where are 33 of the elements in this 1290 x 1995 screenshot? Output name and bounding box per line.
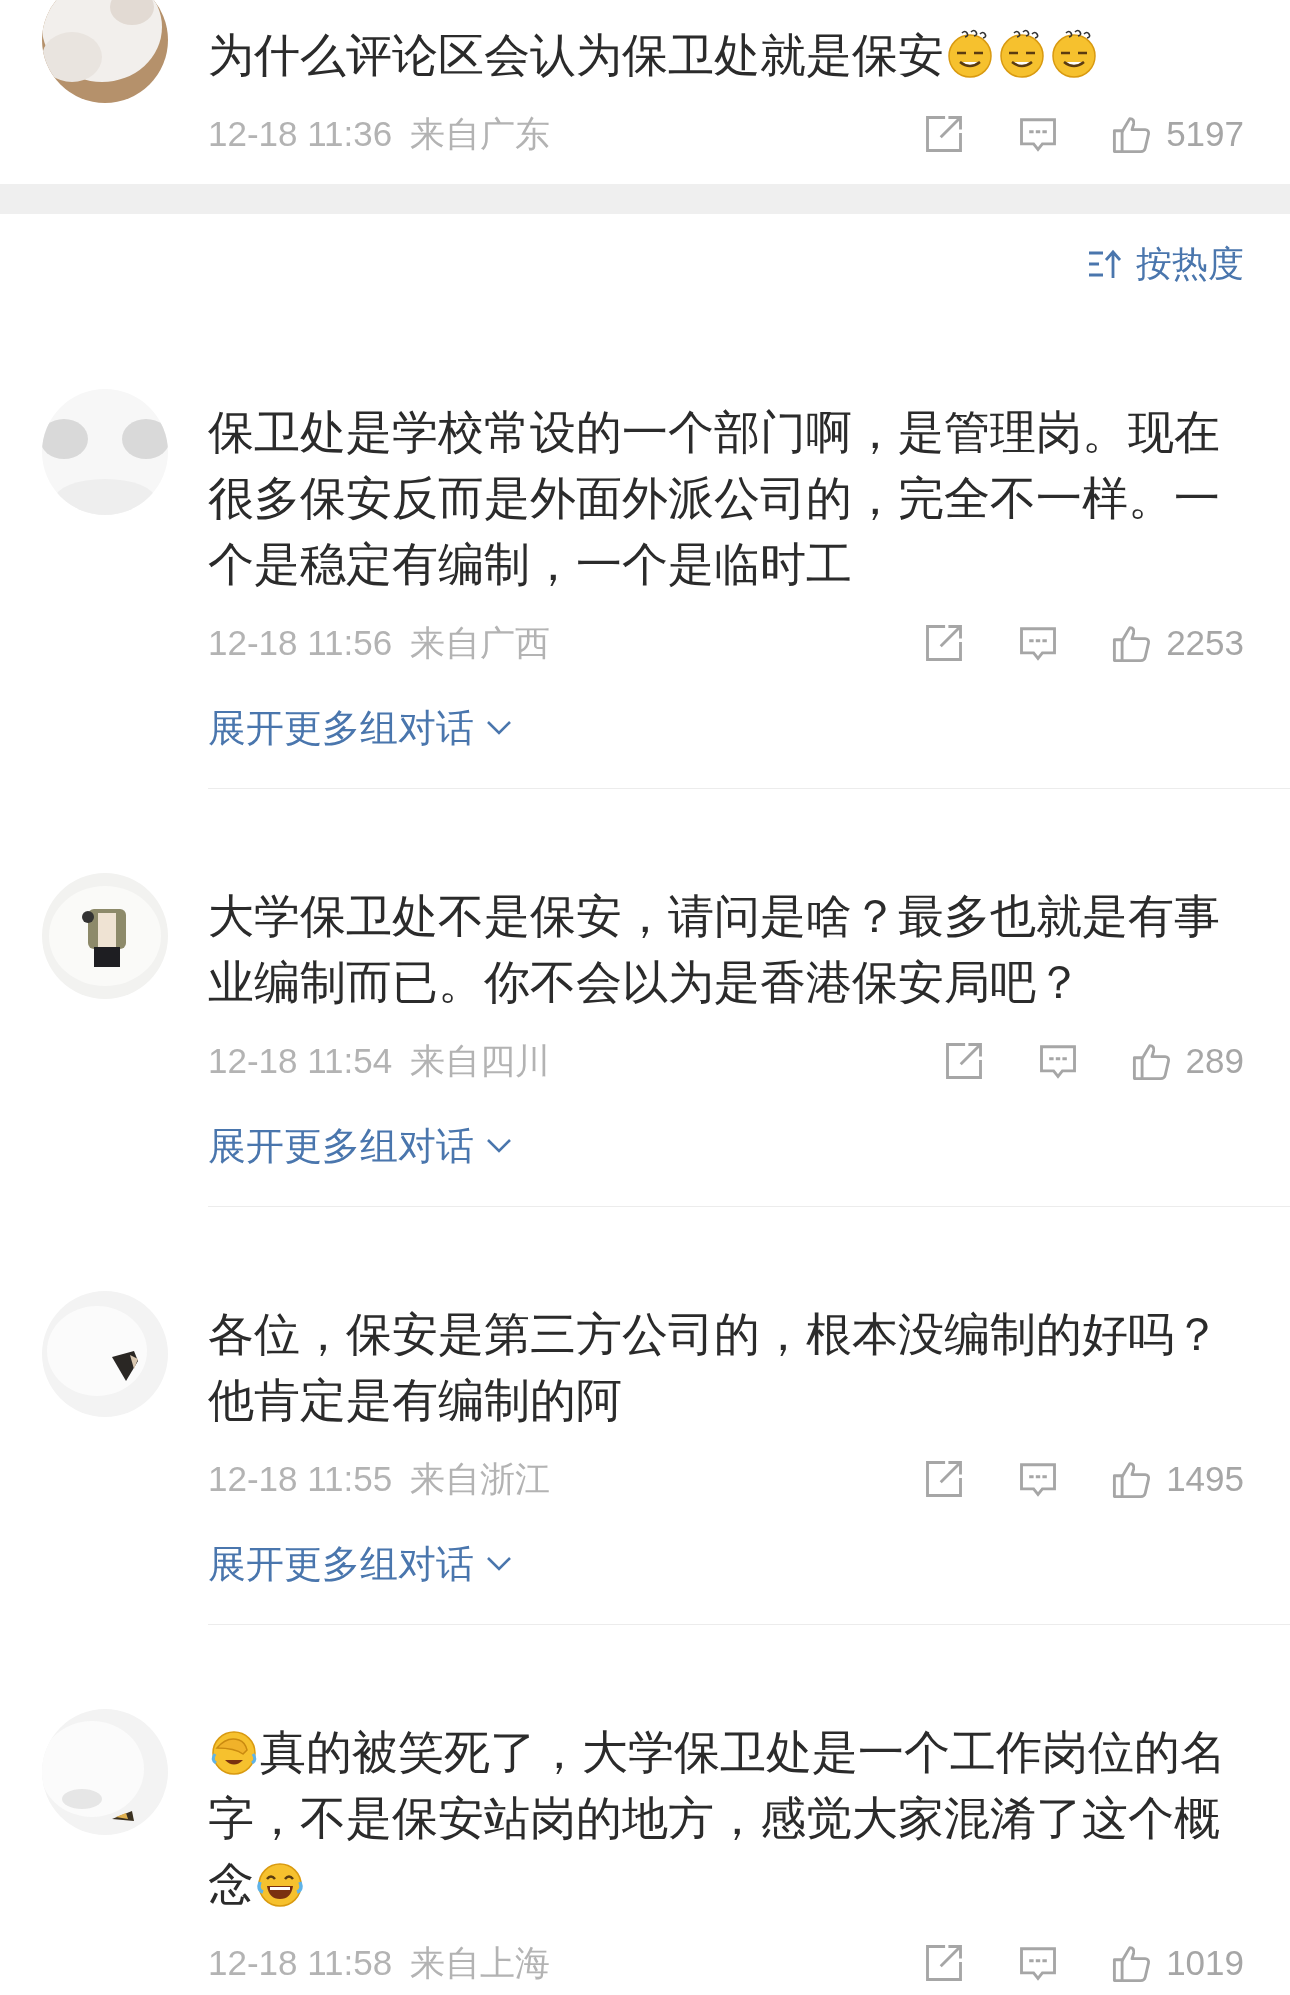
- expand-conversation-link[interactable]: 展开更多组对话: [208, 1121, 512, 1171]
- comment-location: 来自广东: [410, 112, 551, 155]
- sort-button[interactable]: 按热度: [1088, 239, 1244, 289]
- chevron-down-icon: [486, 720, 512, 736]
- comment-location: 来自广西: [410, 621, 551, 664]
- comment-text: 字，不是保安站岗的地方，感觉大家混淆了这个概: [208, 1791, 1220, 1845]
- comment-text: 真的被笑死了，大学保卫处是一个工作岗位的名: [260, 1725, 1226, 1779]
- comment-time: 12-18 11:54: [208, 1041, 393, 1081]
- like-button[interactable]: 2253: [1110, 621, 1244, 665]
- comment-time: 12-18 11:56: [208, 623, 393, 663]
- chevron-down-icon: [486, 1556, 512, 1572]
- expand-conversation-link[interactable]: 展开更多组对话: [208, 703, 512, 753]
- comment-time: 12-18 11:36: [208, 114, 393, 154]
- chevron-down-icon: [486, 1138, 512, 1154]
- comment-time: 12-18 11:58: [208, 1943, 393, 1983]
- comment-text: 大学保卫处不是保安，请问是啥？最多也就是有事业编制而已。你不会以为是香港保安局吧？: [208, 889, 1220, 1009]
- comment-location: 来自上海: [410, 1941, 551, 1984]
- like-button[interactable]: 289: [1129, 1039, 1244, 1083]
- puzzled-face-icon: [997, 29, 1047, 79]
- comment-time: 12-18 11:55: [208, 1459, 393, 1499]
- like-button[interactable]: 5197: [1110, 112, 1244, 156]
- comment-location: 来自浙江: [410, 1457, 551, 1500]
- comment-text: 为什么评论区会认为保卫处就是保安: [208, 28, 944, 82]
- puzzled-face-icon: [945, 29, 995, 79]
- like-button[interactable]: 1495: [1110, 1457, 1244, 1501]
- comment-location: 来自四川: [410, 1039, 551, 1082]
- comment-text: 各位，保安是第三方公司的，根本没编制的好吗？他肯定是有编制的阿: [208, 1307, 1220, 1427]
- comment-text: 保卫处是学校常设的一个部门啊，是管理岗。现在很多保安反而是外面外派公司的，完全不一样。一个是稳定有编制，一个是临时工: [208, 405, 1220, 591]
- like-button[interactable]: 1019: [1110, 1941, 1244, 1985]
- expand-conversation-link[interactable]: 展开更多组对话: [208, 1539, 512, 1589]
- puzzled-face-icon: [1049, 29, 1099, 79]
- sort-icon: [1088, 249, 1122, 279]
- comment-text: 念: [208, 1857, 254, 1911]
